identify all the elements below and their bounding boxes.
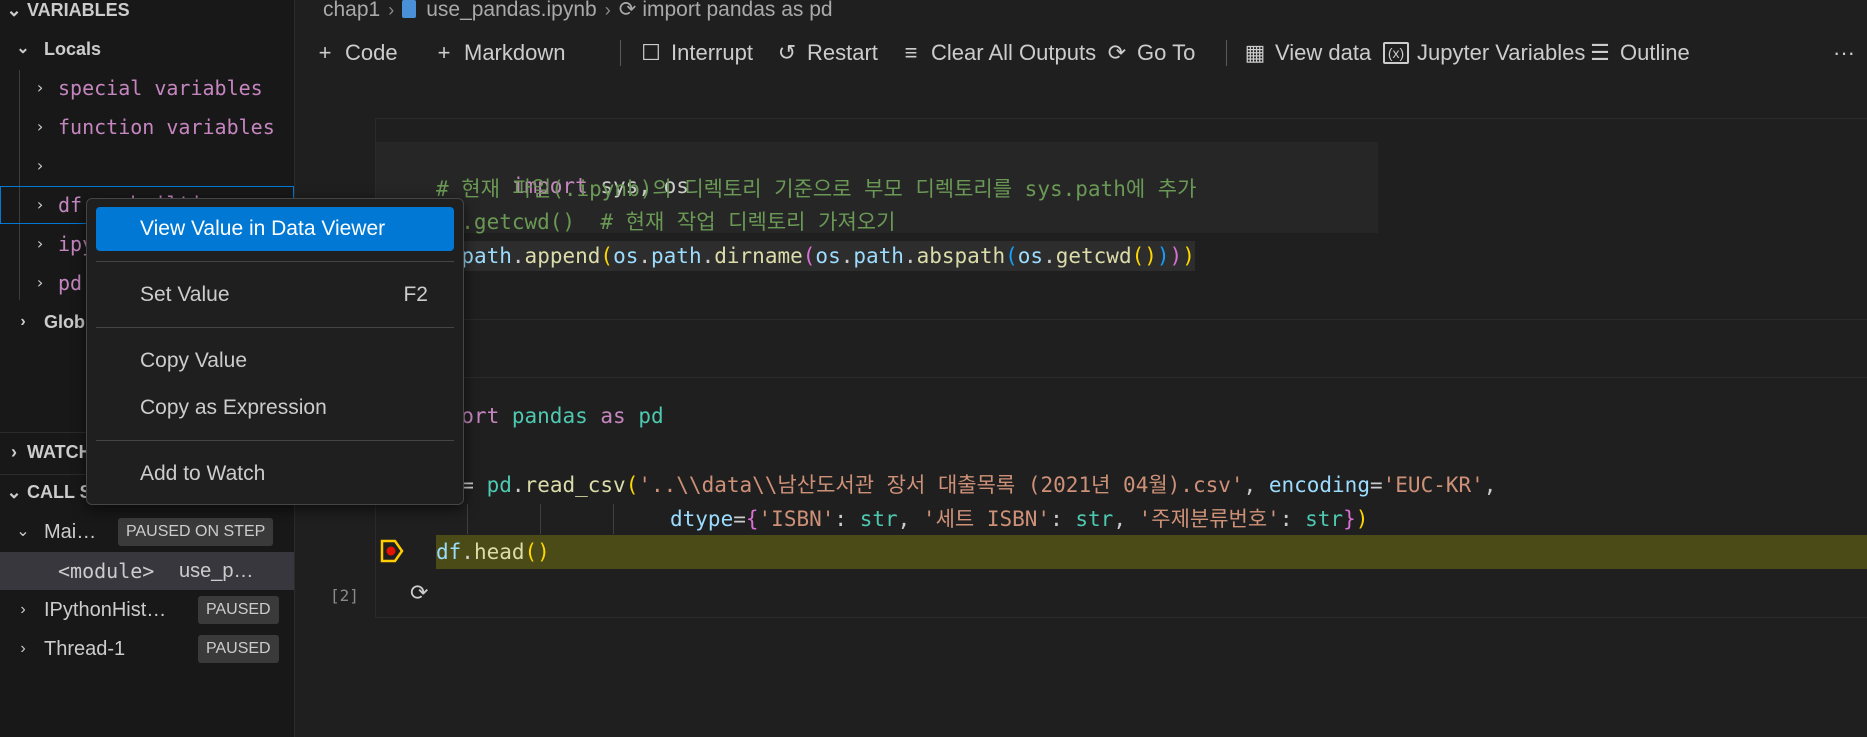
thread-row-main[interactable]: ⌄ Mai… PAUSED ON STEP <box>0 513 294 551</box>
restart-icon: ↺ <box>777 40 797 65</box>
code-line[interactable]: df.head() <box>436 537 550 567</box>
chevron-down-icon: ⌄ <box>16 523 30 540</box>
breadcrumb-file[interactable]: use_pandas.ipynb <box>426 0 596 21</box>
notebook-icon <box>402 0 417 18</box>
stop-icon: ☐ <box>641 40 661 65</box>
chevron-down-icon: ⌄ <box>6 482 22 502</box>
chevron-right-icon: › <box>20 601 26 618</box>
context-menu: View Value in Data Viewer Set Value F2 C… <box>86 198 464 505</box>
breadcrumb-cell[interactable]: import pandas as pd <box>642 0 832 21</box>
thread-row-ipythonhistory[interactable]: › IPythonHist… PAUSED <box>0 591 294 629</box>
chevron-right-icon: › <box>35 78 45 97</box>
status-badge: PAUSED <box>198 596 279 624</box>
status-badge: PAUSED ON STEP <box>118 518 274 546</box>
code-line[interactable]: dtype={'ISBN': str, '세트 ISBN': str, '주제분… <box>670 504 1368 534</box>
chevron-right-icon: › <box>35 117 45 136</box>
add-markdown-button[interactable]: + Markdown <box>432 34 566 72</box>
outline-button[interactable]: ☰ Outline <box>1588 34 1690 72</box>
jupyter-variables-button[interactable]: (x) Jupyter Variables <box>1383 34 1585 72</box>
menu-separator <box>96 440 454 441</box>
restart-button[interactable]: ↺ Restart <box>775 34 878 72</box>
toolbar-separator <box>620 40 621 66</box>
list-icon: ☰ <box>1590 40 1610 65</box>
notebook-editor: chap1 › use_pandas.ipynb › ⟳ import pandas as… <box>295 0 1867 737</box>
toolbar-separator <box>1226 40 1227 66</box>
menu-separator <box>96 327 454 328</box>
indent-guide <box>540 504 541 534</box>
go-to-button[interactable]: ⟳ Go To <box>1105 34 1196 72</box>
current-line-highlight <box>436 535 1867 569</box>
chevron-right-icon: › <box>35 234 45 253</box>
chevron-right-icon: › <box>388 0 395 20</box>
variable-row-function-variables[interactable]: › function variables <box>0 108 294 146</box>
indent-guide <box>613 504 614 534</box>
chevron-down-icon: ⌄ <box>16 40 30 57</box>
chevron-right-icon: › <box>604 0 611 20</box>
variables-icon: (x) <box>1383 42 1409 64</box>
variables-section-header[interactable]: ⌄ VARIABLES <box>0 0 294 24</box>
chevron-right-icon: › <box>11 442 17 462</box>
chevron-right-icon: › <box>35 273 45 292</box>
execution-count: [2] <box>330 586 359 605</box>
more-actions-button[interactable]: ··· <box>1833 34 1855 72</box>
code-line[interactable]: import sys, os <box>436 141 689 198</box>
thread-row-thread-1[interactable]: › Thread-1 PAUSED <box>0 630 294 668</box>
code-line[interactable]: f = pd.read_csv('..\\data\\남산도서관 장서 대출목록… <box>436 470 1496 500</box>
code-line[interactable]: # 현재 파일(.ipynb)의 디렉토리 기준으로 부모 디렉토리를 sys.… <box>436 174 1196 204</box>
chevron-right-icon: › <box>20 640 26 657</box>
status-badge: PAUSED <box>198 635 279 663</box>
chevron-right-icon: › <box>35 156 45 175</box>
more-icon: ··· <box>1833 40 1855 65</box>
add-code-button[interactable]: + Code <box>313 34 398 72</box>
chevron-down-icon: ⌄ <box>6 0 22 20</box>
plus-icon: + <box>318 40 332 65</box>
table-icon: ▦ <box>1244 40 1266 65</box>
menu-item-set-value[interactable]: Set Value F2 <box>96 273 454 317</box>
clear-all-outputs-button[interactable]: ≡ Clear All Outputs <box>899 34 1097 72</box>
code-line[interactable]: nport pandas as pd <box>436 401 664 431</box>
stack-frame-row[interactable]: <module> use_p… <box>0 552 294 590</box>
menu-item-view-value-in-data-viewer[interactable]: View Value in Data Viewer <box>96 207 454 251</box>
variable-row-builtins[interactable]: › builtins = <modul… <box>0 147 294 216</box>
code-line[interactable]: os.getcwd() # 현재 작업 디렉토리 가져오기 <box>436 207 895 237</box>
refresh-icon: ⟳ <box>618 0 637 21</box>
execution-status-icon: ⟳ <box>410 580 429 605</box>
goto-icon: ⟳ <box>1107 40 1127 65</box>
chevron-right-icon: › <box>20 313 26 330</box>
code-cell-1[interactable]: import sys, os # 현재 파일(.ipynb)의 디렉토리 기준으… <box>375 118 1867 320</box>
plus-icon: + <box>437 40 451 65</box>
indent-guide <box>467 504 468 534</box>
menu-item-add-to-watch[interactable]: Add to Watch <box>96 452 454 496</box>
chevron-right-icon: › <box>35 195 45 214</box>
view-data-button[interactable]: ▦ View data <box>1243 34 1372 72</box>
clear-all-icon: ≡ <box>904 40 918 65</box>
shortcut-label: F2 <box>403 283 428 306</box>
code-cell-2[interactable]: nport pandas as pd f = pd.read_csv('..\\… <box>375 377 1867 618</box>
menu-item-copy-as-expression[interactable]: Copy as Expression <box>96 386 454 430</box>
menu-item-copy-value[interactable]: Copy Value <box>96 339 454 383</box>
breadcrumb: chap1 › use_pandas.ipynb › ⟳ import pandas as… <box>323 0 833 24</box>
locals-scope[interactable]: ⌄ Locals <box>0 30 294 68</box>
menu-separator <box>96 261 454 262</box>
variable-row-special-variables[interactable]: › special variables <box>0 69 294 107</box>
breadcrumb-folder[interactable]: chap1 <box>323 0 380 21</box>
interrupt-button[interactable]: ☐ Interrupt <box>639 34 753 72</box>
code-line[interactable]: s.path.append(os.path.dirname(os.path.ab… <box>436 241 1195 271</box>
debug-stackframe-icon[interactable] <box>380 538 404 564</box>
